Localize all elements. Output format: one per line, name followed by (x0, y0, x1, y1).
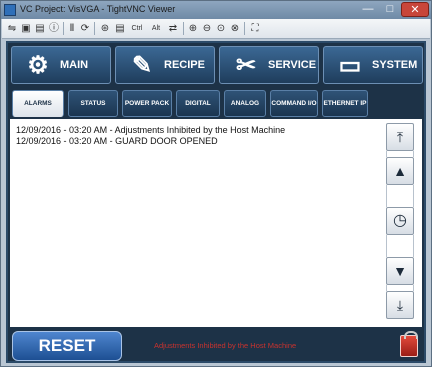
options-icon[interactable]: ▤ (34, 22, 46, 35)
alt-key[interactable]: Alt (148, 22, 164, 35)
vnc-viewer-window: VC Project: VisVGA - TightVNC Viewer — □… (0, 0, 432, 367)
tab-main[interactable]: ⚙ MAIN (11, 46, 111, 84)
subtab-status[interactable]: STATUS (68, 90, 118, 117)
alarm-lock-icon[interactable] (400, 331, 418, 357)
window-title: VC Project: VisVGA - TightVNC Viewer (20, 4, 176, 14)
wrench-icon: ✂ (235, 52, 257, 79)
alarm-panel: 12/09/2016 - 03:20 AM - Adjustments Inhi… (10, 119, 422, 327)
zoom-100-icon[interactable]: ⊙ (215, 22, 227, 35)
scroll-bottom-button[interactable]: ⤓ (386, 291, 414, 319)
transfer-icon[interactable]: ⇄ (166, 22, 180, 35)
clock-icon[interactable]: ◷ (386, 207, 414, 235)
viewer-toolbar: ⇋ ▣ ▤ ⓘ Ⅱ ⟳ ⊛ ▤ Ctrl Alt ⇄ ⊕ ⊖ ⊙ ⊗ ⛶ (2, 19, 430, 39)
zoom-in-icon[interactable]: ⊕ (187, 22, 199, 35)
pause-icon[interactable]: Ⅱ (67, 22, 77, 35)
subtab-command-i-o[interactable]: COMMAND I/O (270, 90, 318, 117)
gear-icon: ⚙ (27, 52, 49, 79)
tab-label: RECIPE (164, 59, 205, 71)
minimize-button[interactable]: — (357, 2, 379, 17)
subtab-power-pack[interactable]: POWER PACK (122, 90, 172, 117)
ctrl-alt-del-icon[interactable]: ⊛ (98, 22, 112, 35)
save-icon[interactable]: ▣ (20, 22, 32, 35)
title-bar[interactable]: VC Project: VisVGA - TightVNC Viewer — □… (1, 1, 431, 19)
win-key-icon[interactable]: ▤ (114, 22, 126, 35)
subtab-ethernet-ip[interactable]: ETHERNET IP (322, 90, 368, 117)
zoom-fit-icon[interactable]: ⊗ (229, 22, 241, 35)
info-icon[interactable]: ⓘ (48, 22, 60, 35)
alarm-scrollbar: ⤒ ▲ ◷ ▼ ⤓ (386, 123, 414, 319)
subtab-digital[interactable]: DIGITAL (176, 90, 220, 117)
alarm-list: 12/09/2016 - 03:20 AM - Adjustments Inhi… (16, 125, 382, 317)
tab-label: SERVICE (268, 59, 317, 71)
reset-button[interactable]: RESET (12, 331, 122, 361)
refresh-icon[interactable]: ⟳ (79, 22, 91, 35)
subtab-alarms[interactable]: ALARMS (12, 90, 64, 117)
tab-recipe[interactable]: ✎ RECIPE (115, 46, 215, 84)
tab-service[interactable]: ✂ SERVICE (219, 46, 319, 84)
app-icon (4, 4, 16, 16)
tab-label: SYSTEM (372, 59, 418, 71)
alarm-row[interactable]: 12/09/2016 - 03:20 AM - GUARD DOOR OPENE… (16, 136, 382, 147)
scroll-track[interactable] (386, 185, 414, 207)
monitor-icon: ▭ (338, 52, 362, 79)
maximize-button[interactable]: □ (379, 2, 401, 17)
scroll-down-button[interactable]: ▼ (386, 257, 414, 285)
toolbar-separator (63, 22, 64, 35)
scroll-track[interactable] (386, 235, 414, 257)
hmi-screen: ⚙ MAIN ✎ RECIPE ✂ SERVICE ▭ SYSTEM ALARMS STATUS… (6, 41, 426, 363)
toolbar-separator (244, 22, 245, 35)
footer-bar: RESET Adjustments Inhibited by the Host … (8, 329, 424, 361)
close-button[interactable]: ✕ (401, 2, 429, 17)
ctrl-key[interactable]: Ctrl (128, 22, 146, 35)
pencil-icon: ✎ (131, 52, 153, 79)
scroll-top-button[interactable]: ⤒ (386, 123, 414, 151)
sub-tabs: ALARMS STATUS POWER PACK DIGITAL ANALOG COMMA… (10, 87, 422, 117)
tab-system[interactable]: ▭ SYSTEM (323, 46, 423, 84)
toolbar-separator (183, 22, 184, 35)
subtab-analog[interactable]: ANALOG (224, 90, 266, 117)
new-connection-icon[interactable]: ⇋ (6, 22, 18, 35)
scroll-up-button[interactable]: ▲ (386, 157, 414, 185)
fullscreen-icon[interactable]: ⛶ (248, 22, 262, 35)
alarm-row[interactable]: 12/09/2016 - 03:20 AM - Adjustments Inhi… (16, 125, 382, 136)
toolbar-separator (94, 22, 95, 35)
tab-label: MAIN (60, 59, 89, 71)
zoom-out-icon[interactable]: ⊖ (201, 22, 213, 35)
status-message: Adjustments Inhibited by the Host Machin… (154, 341, 297, 350)
